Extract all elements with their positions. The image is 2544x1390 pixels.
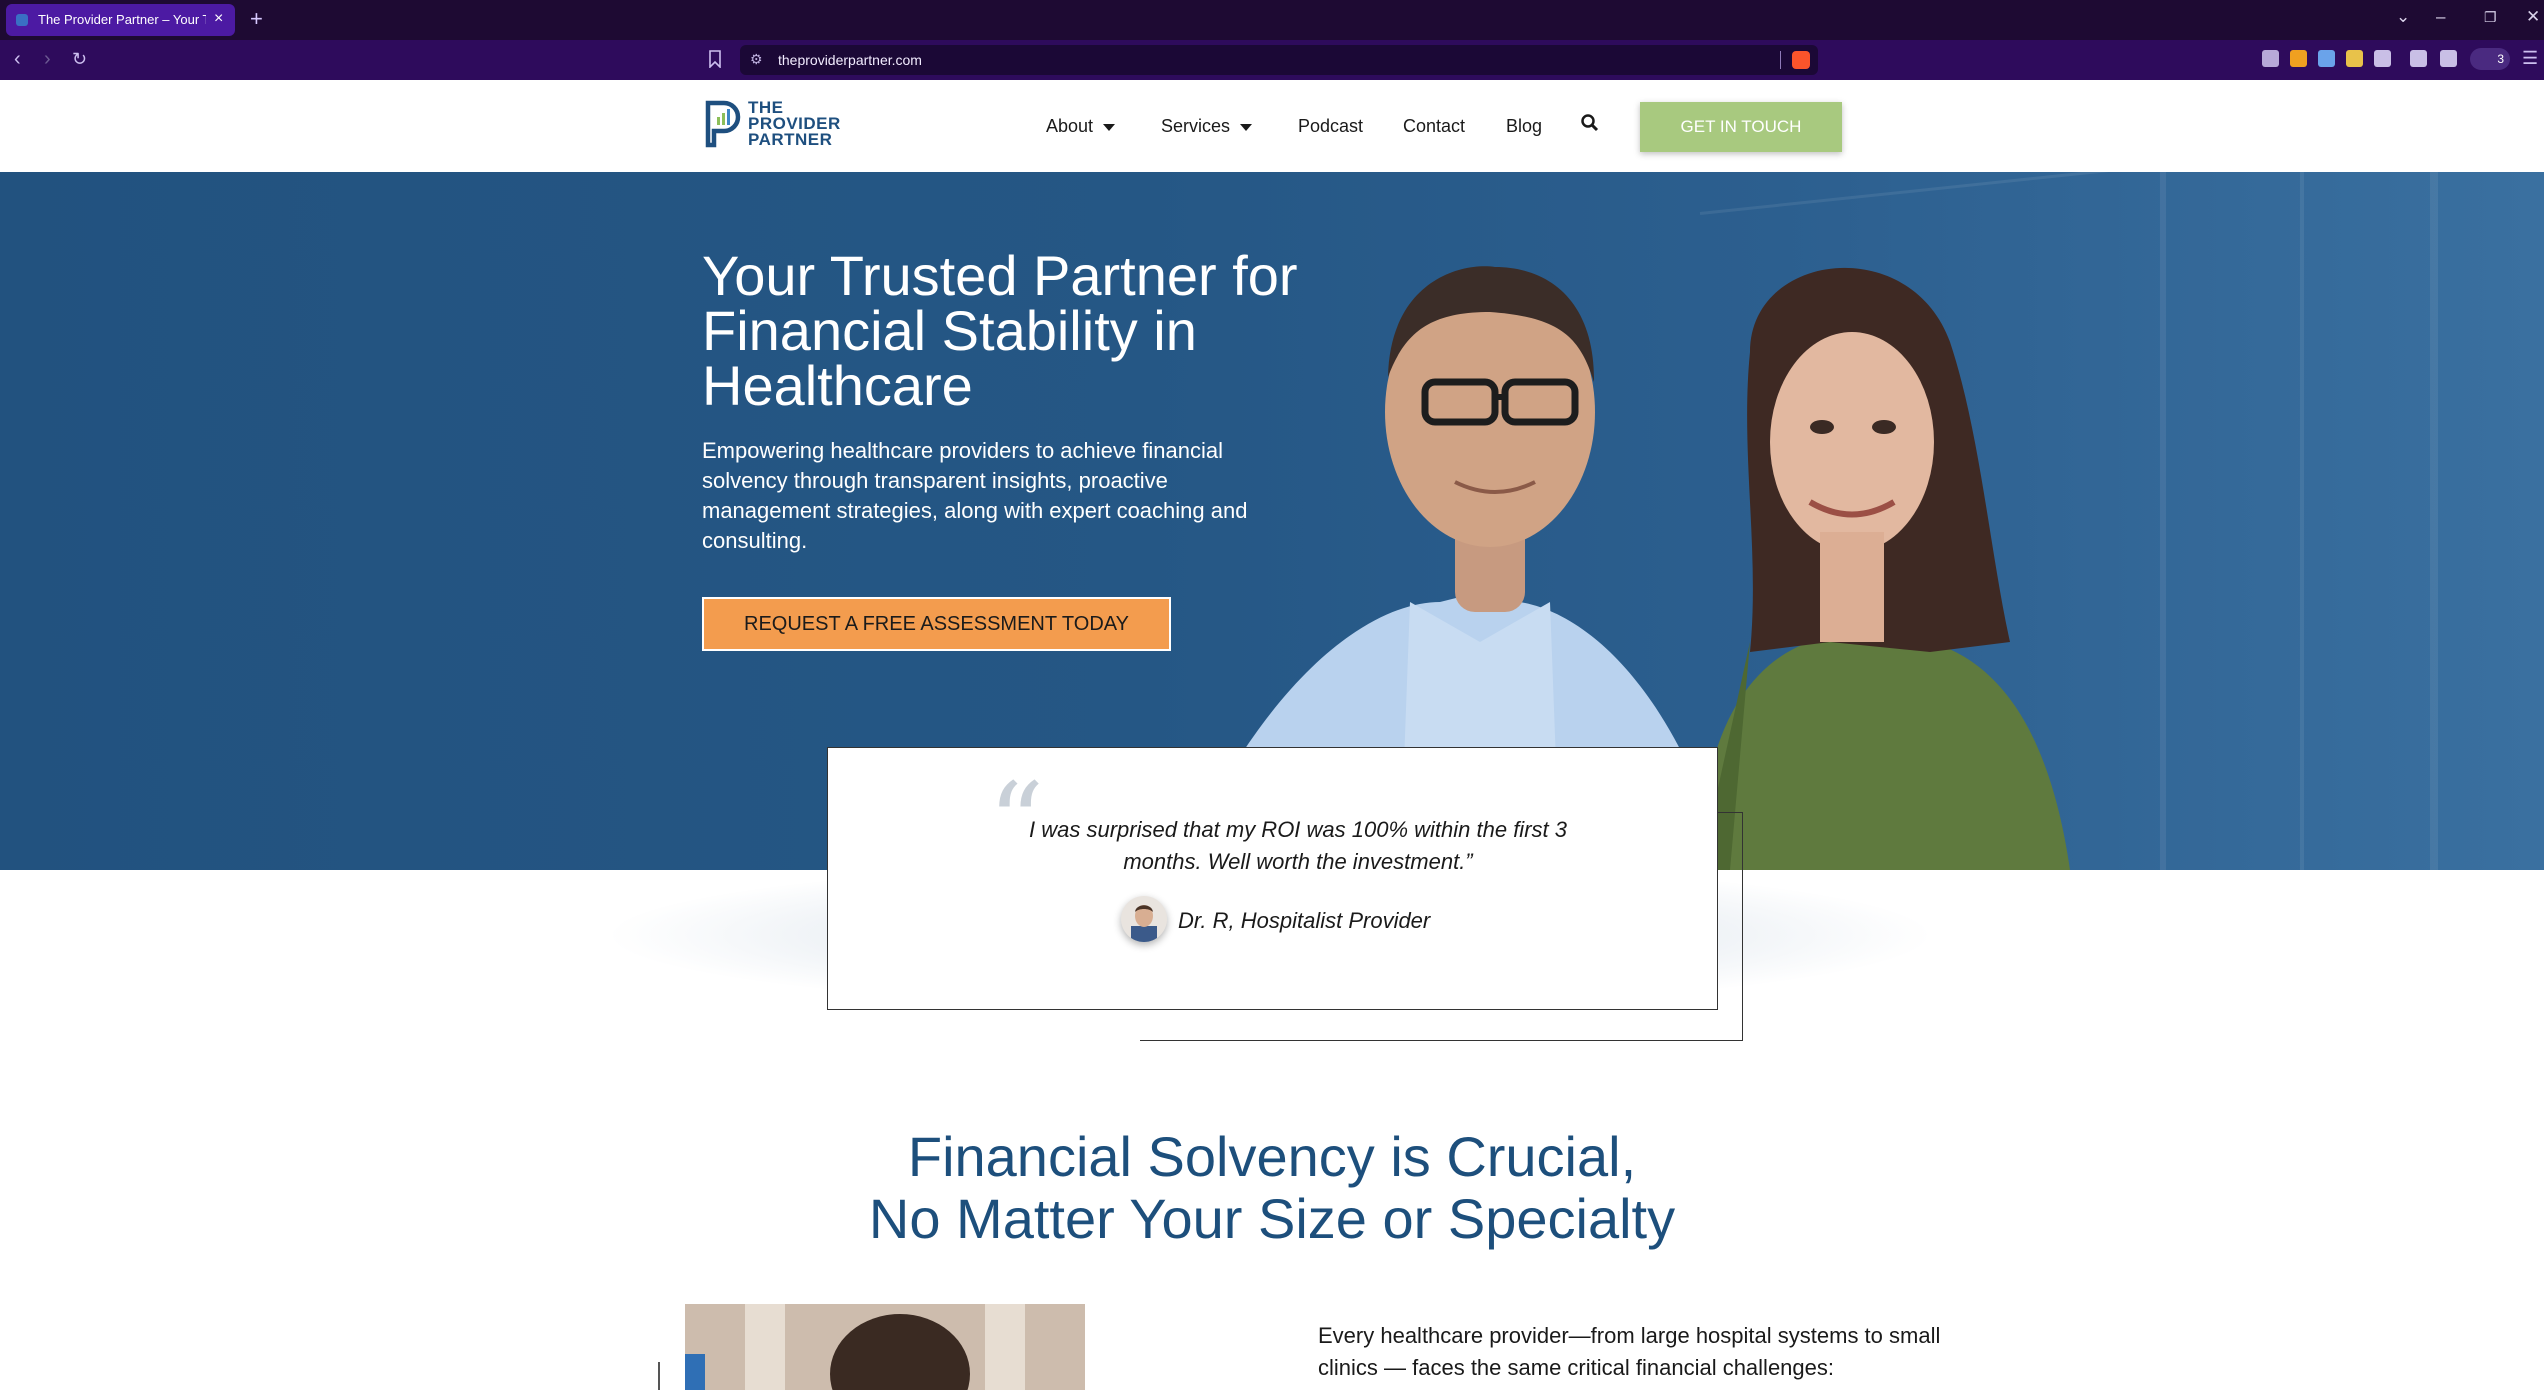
nav-services[interactable]: Services	[1161, 116, 1253, 137]
logo-line: PARTNER	[748, 130, 833, 149]
image-accent-line	[658, 1362, 660, 1390]
sidebar-icon[interactable]	[2440, 50, 2457, 67]
provider-partner-logo-icon	[705, 100, 741, 148]
section-photo	[685, 1304, 1085, 1390]
browser-tab-bar: The Provider Partner – Your Tru × + ⌄ – …	[0, 0, 2544, 40]
bookmark-icon[interactable]	[708, 50, 722, 68]
close-tab-icon[interactable]: ×	[214, 10, 223, 28]
menu-icon[interactable]: ☰	[2522, 48, 2538, 69]
address-bar[interactable]: ⚙ theproviderpartner.com	[740, 45, 1818, 75]
window-close-icon[interactable]: ✕	[2526, 7, 2540, 27]
nav-about[interactable]: About	[1046, 116, 1116, 137]
testimonial-quote: I was surprised that my ROI was 100% wit…	[1029, 817, 1567, 874]
back-icon[interactable]: ‹	[14, 48, 21, 71]
tab-list-chevron-icon[interactable]: ⌄	[2396, 7, 2410, 27]
new-tab-icon[interactable]: +	[250, 6, 263, 32]
pencil-extension-icon[interactable]	[2290, 50, 2307, 67]
extensions-icon[interactable]	[2374, 50, 2391, 67]
hero-subtitle: Empowering healthcare providers to achie…	[702, 438, 1248, 553]
testimonial-card: “ I was surprised that my ROI was 100% w…	[827, 747, 1718, 1010]
hallway-line	[2300, 172, 2304, 870]
ai-extension-icon[interactable]	[2346, 50, 2363, 67]
section-title-line: No Matter Your Size or Specialty	[868, 1187, 1676, 1250]
brave-shields-icon[interactable]	[1792, 51, 1810, 69]
note-extension-icon[interactable]	[2318, 50, 2335, 67]
hallway-line	[2430, 172, 2438, 870]
section-title-line: Financial Solvency is Crucial,	[907, 1125, 1637, 1188]
section-title: Financial Solvency is Crucial, No Matter…	[0, 1126, 2544, 1250]
camera-extension-icon[interactable]	[2262, 50, 2279, 67]
nav-services-label: Services	[1161, 116, 1231, 136]
browser-toolbar: ‹ › ↻ ⚙ theproviderpartner.com 3 ☰	[0, 40, 2544, 80]
chevron-down-icon	[1240, 123, 1253, 131]
minimize-icon[interactable]: –	[2436, 7, 2445, 27]
site-header: THE PROVIDER PARTNER About Services Podc…	[0, 80, 2544, 172]
search-icon[interactable]	[1580, 113, 1600, 133]
logo-text: THE PROVIDER PARTNER	[748, 99, 841, 149]
nav-about-label: About	[1046, 116, 1094, 136]
divider	[1780, 51, 1781, 69]
chevron-down-icon	[1103, 123, 1116, 131]
reload-icon[interactable]: ↻	[72, 49, 87, 70]
get-in-touch-button[interactable]: GET IN TOUCH	[1640, 102, 1842, 152]
forward-icon[interactable]: ›	[44, 48, 51, 71]
download-icon[interactable]	[2410, 50, 2427, 67]
rewards-badge[interactable]: 3	[2470, 48, 2510, 70]
url-text: theproviderpartner.com	[778, 52, 922, 68]
site-logo[interactable]: THE PROVIDER PARTNER	[702, 98, 862, 152]
tab-title: The Provider Partner – Your Tru	[38, 12, 206, 27]
restore-icon[interactable]: ❐	[2484, 9, 2497, 26]
testimonial-author: Dr. R, Hospitalist Provider	[1178, 908, 1431, 933]
avatar	[1121, 896, 1167, 942]
nav-contact[interactable]: Contact	[1403, 116, 1465, 137]
section-paragraph: Every healthcare provider—from large hos…	[1318, 1323, 1941, 1380]
browser-tab[interactable]: The Provider Partner – Your Tru ×	[6, 4, 235, 36]
request-assessment-button[interactable]: REQUEST A FREE ASSESSMENT TODAY	[702, 597, 1171, 651]
site-settings-icon[interactable]: ⚙	[750, 51, 763, 68]
nav-blog[interactable]: Blog	[1506, 116, 1542, 137]
nav-podcast[interactable]: Podcast	[1298, 116, 1363, 137]
site-favicon-icon	[16, 14, 28, 26]
rewards-count: 3	[2497, 52, 2504, 66]
